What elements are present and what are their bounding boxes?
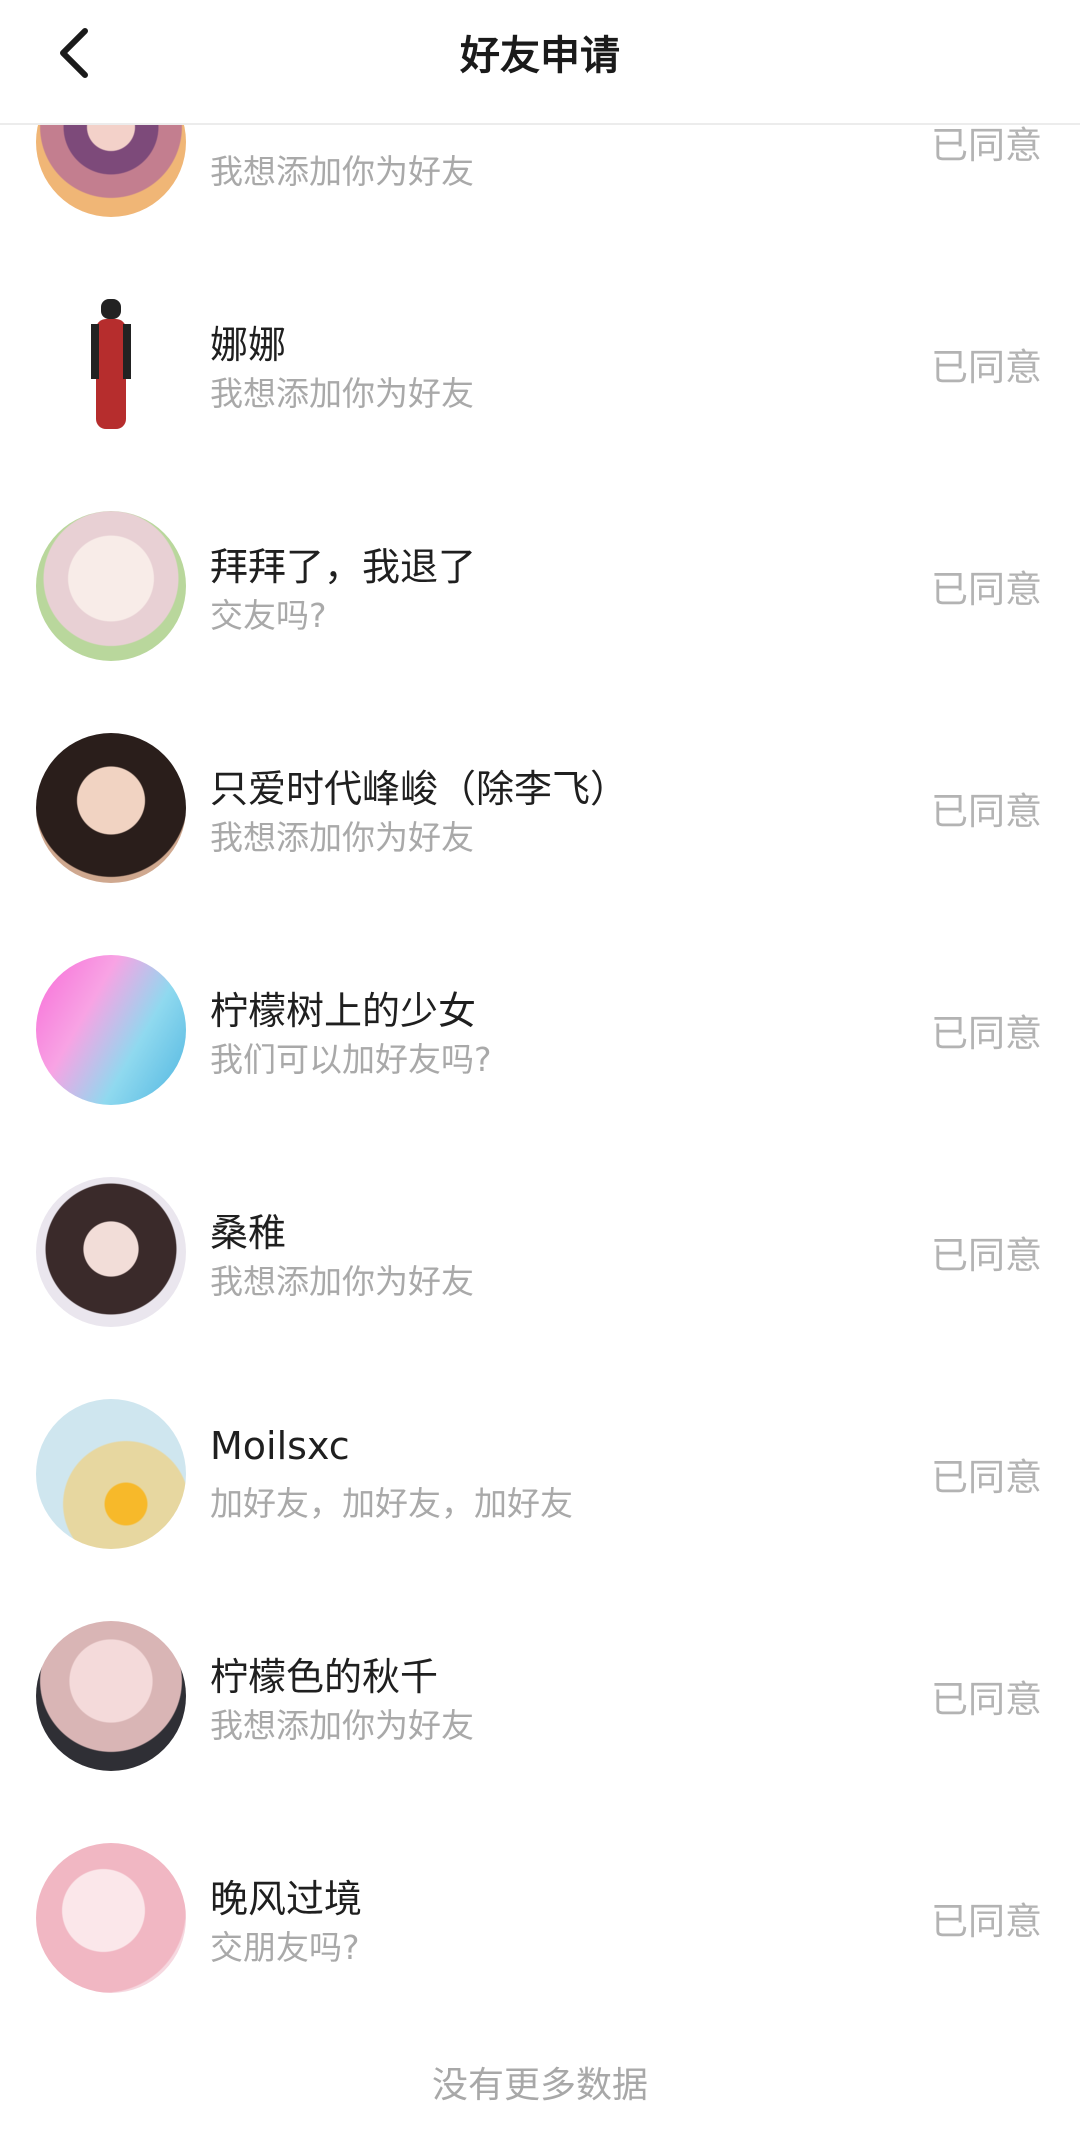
request-message: 我们可以加好友吗? <box>210 1040 492 1079</box>
list-item[interactable]: 只爱时代峰峻（除李飞） 我想添加你为好友 已同意 <box>0 696 1080 918</box>
top-bar: 好友申请 <box>0 0 1080 125</box>
status-label: 已同意 <box>931 1234 1042 1277</box>
avatar[interactable] <box>36 1177 186 1327</box>
request-message: 我想添加你为好友 <box>210 818 474 857</box>
status-label: 已同意 <box>931 1012 1042 1055</box>
request-message: 我想添加你为好友 <box>210 1262 474 1301</box>
avatar[interactable] <box>36 733 186 883</box>
request-name: 娜娜 <box>210 323 287 367</box>
request-name: 晚风过境 <box>210 1877 363 1921</box>
list-item[interactable]: 娜娜 我想添加你为好友 已同意 <box>0 252 1080 474</box>
page-title: 好友申请 <box>460 33 620 79</box>
request-message: 交朋友吗? <box>210 1928 360 1967</box>
request-message: 加好友，加好友，加好友 <box>210 1484 573 1523</box>
status-label: 已同意 <box>931 790 1042 833</box>
list-item[interactable]: 桑稚 我想添加你为好友 已同意 <box>0 1140 1080 1362</box>
request-message: 我想添加你为好友 <box>210 374 474 413</box>
list-item[interactable]: 拜拜了，我退了 交友吗? 已同意 <box>0 474 1080 696</box>
no-more-data-label: 没有更多数据 <box>431 2065 648 2106</box>
request-name: 拜拜了，我退了 <box>210 545 477 589</box>
request-message: 我想添加你为好友 <box>210 1706 474 1745</box>
avatar[interactable] <box>36 1399 186 1549</box>
list-item[interactable]: Moilsxc 加好友，加好友，加好友 已同意 <box>0 1362 1080 1584</box>
list-item[interactable]: 柠檬色的秋千 我想添加你为好友 已同意 <box>0 1584 1080 1806</box>
request-name: 桑稚 <box>210 1211 287 1255</box>
list-item[interactable]: 柠檬树上的少女 我们可以加好友吗? 已同意 <box>0 918 1080 1140</box>
request-name: 柠檬色的秋千 <box>210 1655 439 1699</box>
avatar[interactable] <box>36 955 186 1105</box>
avatar[interactable] <box>36 1621 186 1771</box>
status-label: 已同意 <box>931 1678 1042 1721</box>
request-name: 只爱时代峰峻（除李飞） <box>210 767 629 811</box>
status-label: 已同意 <box>931 568 1042 611</box>
request-message: 我想添加你为好友 <box>210 152 474 191</box>
status-label: 已同意 <box>931 1456 1042 1499</box>
avatar[interactable] <box>36 1843 186 1993</box>
list-item[interactable]: 晚风过境 交朋友吗? 已同意 <box>0 1806 1080 2028</box>
avatar[interactable] <box>36 289 186 439</box>
request-name: 柠檬树上的少女 <box>210 989 477 1033</box>
status-label: 已同意 <box>931 1900 1042 1943</box>
status-label: 已同意 <box>931 346 1042 389</box>
request-message: 交友吗? <box>210 596 327 635</box>
avatar[interactable] <box>36 511 186 661</box>
request-name: Moilsxc <box>210 1424 350 1468</box>
